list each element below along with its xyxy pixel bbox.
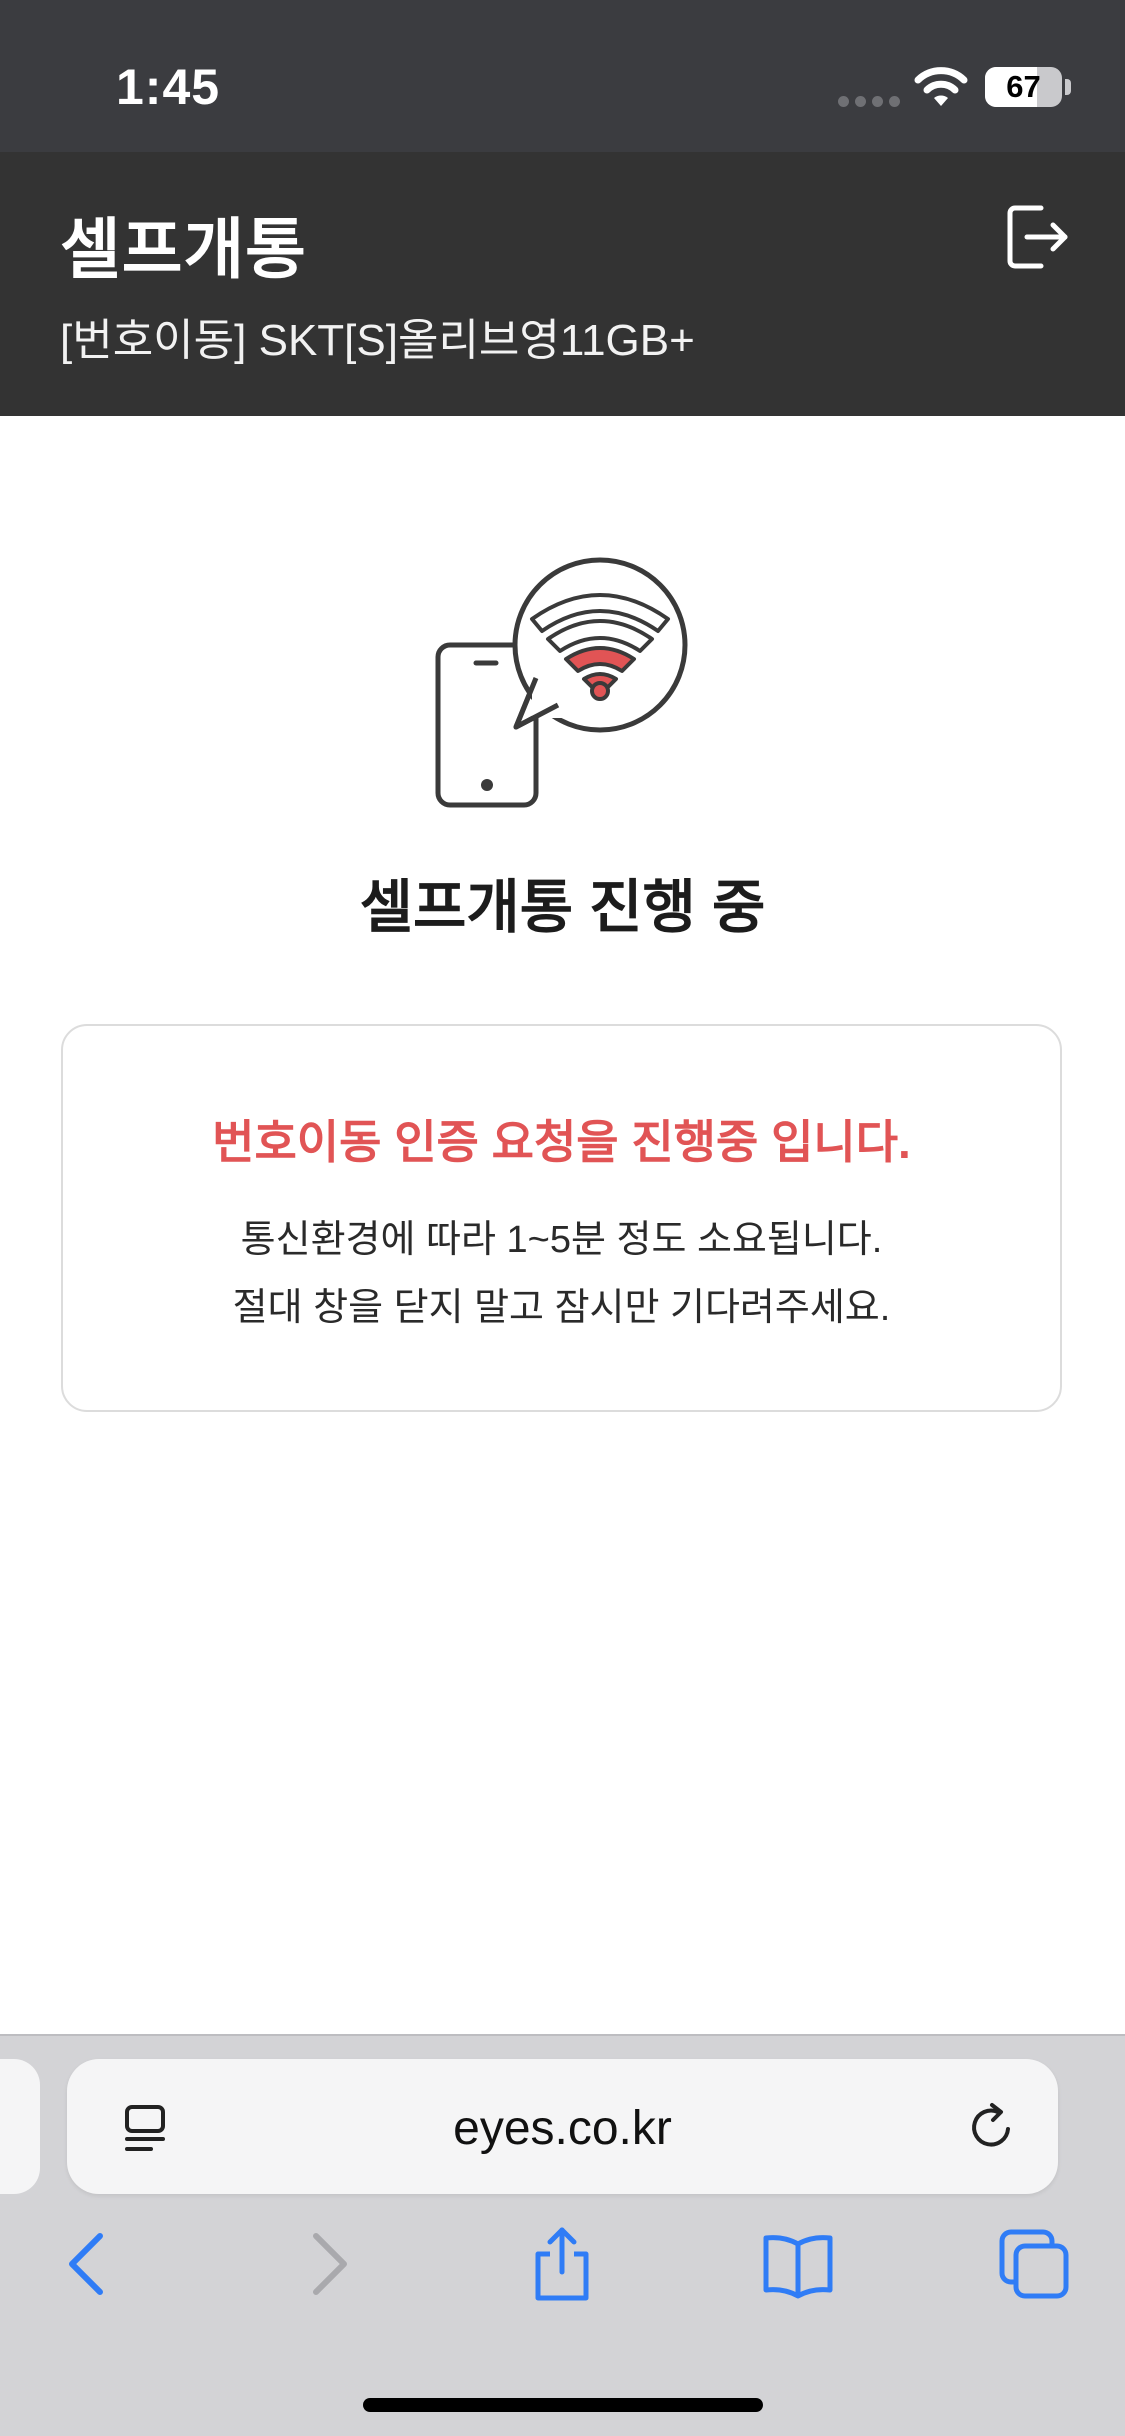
notice-line-2: 절대 창을 닫지 말고 잠시만 기다려주세요.: [232, 1287, 891, 1329]
back-icon[interactable]: [46, 2224, 126, 2304]
home-indicator[interactable]: [363, 2398, 763, 2412]
logout-icon[interactable]: [1005, 202, 1071, 272]
address-bar[interactable]: eyes.co.kr: [67, 2059, 1058, 2194]
browser-toolbar: eyes.co.kr: [0, 2034, 1125, 2436]
notice-card: 번호이동 인증 요청을 진행중 입니다. 통신환경에 따라 1~5분 정도 소요…: [61, 1024, 1062, 1412]
progress-heading: 셀프개통 진행 중: [359, 875, 766, 940]
battery-icon: 67: [985, 67, 1062, 107]
previous-tab-preview[interactable]: [0, 2059, 40, 2194]
forward-icon[interactable]: [290, 2224, 370, 2304]
bookmarks-icon[interactable]: [758, 2224, 838, 2304]
battery-level: 67: [1006, 69, 1041, 104]
wifi-icon: [914, 67, 968, 106]
phone-wifi-icon: [435, 557, 688, 808]
plan-subtitle: [번호이동] SKT[S]올리브영11GB+: [60, 316, 695, 365]
status-bar: 1:45 67: [0, 0, 1125, 152]
page-title: 셀프개통: [60, 212, 307, 286]
tabs-icon[interactable]: [994, 2224, 1074, 2304]
signal-dots-icon: [838, 96, 900, 107]
reload-icon[interactable]: [962, 2097, 1022, 2157]
app-header: 셀프개통 [번호이동] SKT[S]올리브영11GB+: [0, 152, 1125, 416]
notice-title: 번호이동 인증 요청을 진행중 입니다.: [212, 1116, 911, 1168]
toolbar-divider: [0, 2034, 1125, 2036]
url-text[interactable]: eyes.co.kr: [67, 2101, 1058, 2156]
notice-line-1: 통신환경에 따라 1~5분 정도 소요됩니다.: [240, 1219, 883, 1261]
battery-cap: [1065, 79, 1071, 95]
share-icon[interactable]: [522, 2224, 602, 2304]
status-time: 1:45: [116, 59, 221, 115]
